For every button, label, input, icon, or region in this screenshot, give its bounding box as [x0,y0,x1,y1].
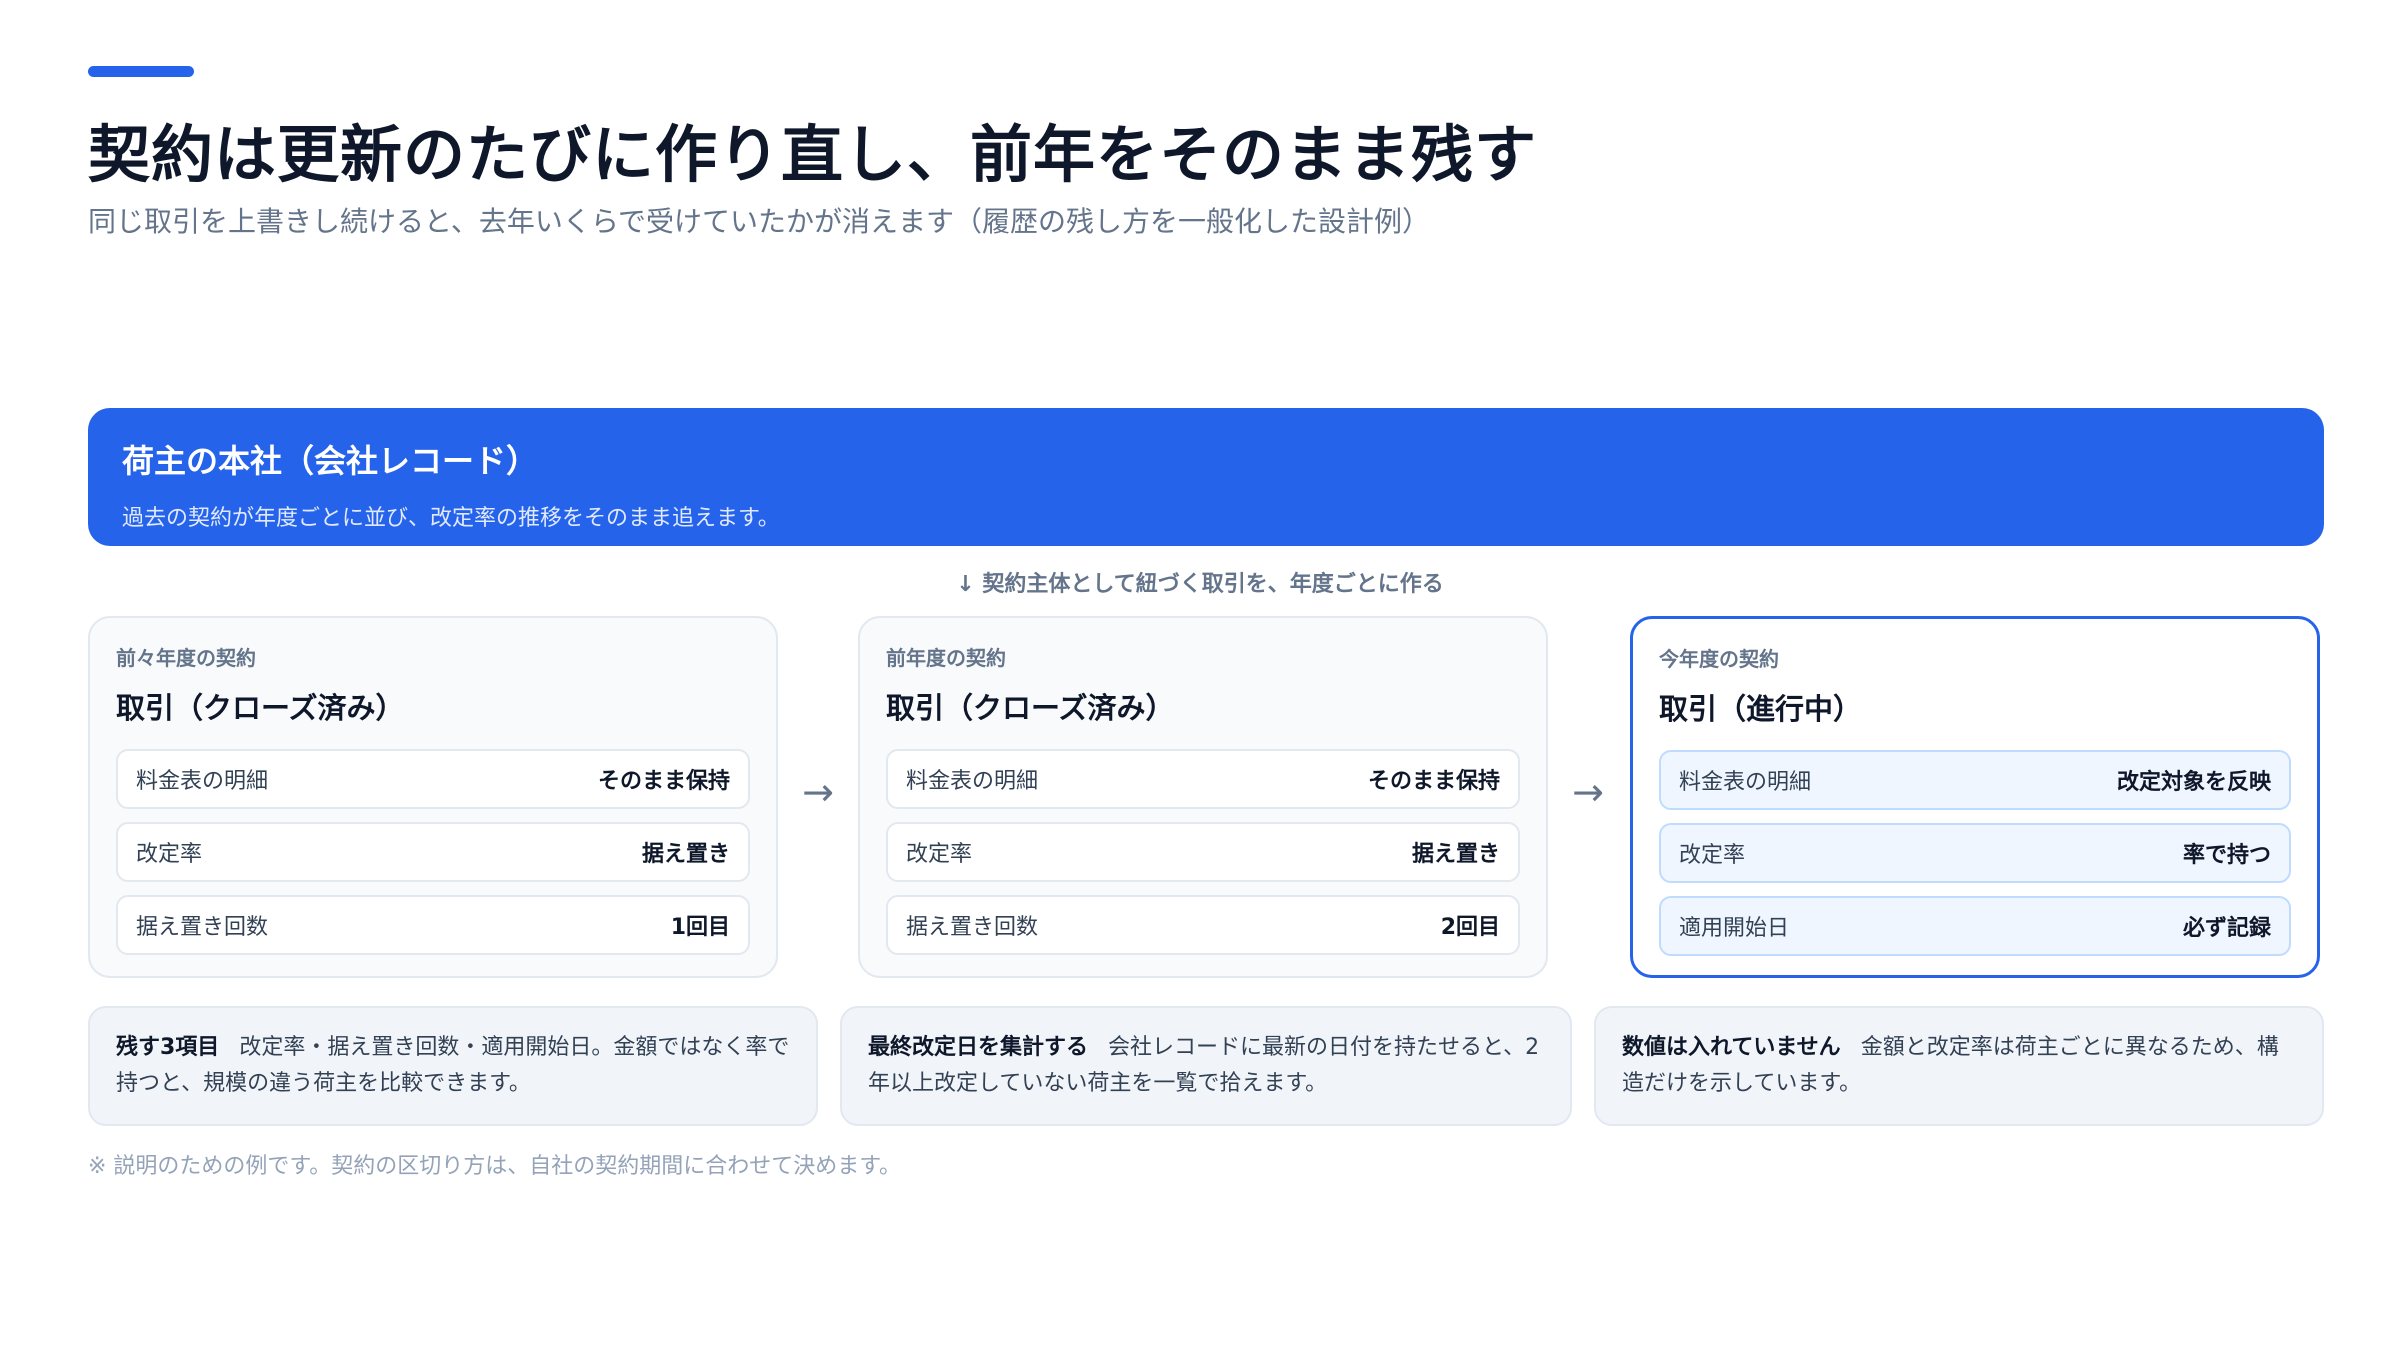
row-label: 改定率 [906,842,973,867]
company-record-banner: 荷主の本社（会社レコード） 過去の契約が年度ごとに並び、改定率の推移をそのまま追… [88,408,2324,546]
contract-card-label: 前々年度の契約 [116,646,256,670]
row-value: 必ず記録 [2182,916,2271,941]
page-title: 契約は更新のたびに作り直し、前年をそのまま残す [88,118,1538,191]
accent-line [88,66,194,77]
row-label: 据え置き回数 [906,915,1039,940]
contract-card-label: 前年度の契約 [886,646,1006,670]
contract-row: 据え置き回数 1回目 [116,895,750,955]
row-value: 率で持つ [2182,843,2271,868]
row-value: 据え置き [1411,842,1500,867]
contract-card-two-years-ago: 前々年度の契約 取引（クローズ済み） 料金表の明細 そのまま保持 改定率 据え置… [88,616,778,978]
flow-note: ↓ 契約主体として紐づく取引を、年度ごとに作る [956,572,1444,597]
contract-row: 料金表の明細 そのまま保持 [886,749,1520,809]
contract-row: 料金表の明細 改定対象を反映 [1659,750,2291,810]
row-value: 改定対象を反映 [2116,770,2271,795]
row-value: 1回目 [670,915,730,940]
note-card-keep-items: 残す3項目 改定率・据え置き回数・適用開始日。金額ではなく率で持つと、規模の違う荷… [88,1006,818,1126]
contract-row: 据え置き回数 2回目 [886,895,1520,955]
page-subtitle: 同じ取引を上書きし続けると、去年いくらで受けていたかが消えます（履歴の残し方を一… [88,205,1431,238]
note-heading: 数値は入れていません [1622,1035,1841,1060]
contract-row: 改定率 据え置き [886,822,1520,882]
footnote: ※ 説明のための例です。契約の区切り方は、自社の契約期間に合わせて決めます。 [88,1154,902,1179]
contract-card-title: 取引（進行中） [1659,692,1863,726]
row-label: 据え置き回数 [136,915,269,940]
flow-arrow-icon: → [802,770,834,814]
contract-row: 改定率 据え置き [116,822,750,882]
row-label: 料金表の明細 [1679,770,1812,795]
note-card-last-revision: 最終改定日を集計する 会社レコードに最新の日付を持たせると、2年以上改定していない… [840,1006,1572,1126]
row-value: 据え置き [641,842,730,867]
note-heading: 残す3項目 [116,1035,220,1060]
row-value: そのまま保持 [597,769,730,794]
row-label: 料金表の明細 [136,769,269,794]
contract-row: 改定率 率で持つ [1659,823,2291,883]
contract-card-title: 取引（クローズ済み） [886,691,1175,725]
note-card-no-values: 数値は入れていません 金額と改定率は荷主ごとに異なるため、構造だけを示しています。 [1594,1006,2324,1126]
contract-card-this-year: 今年度の契約 取引（進行中） 料金表の明細 改定対象を反映 改定率 率で持つ 適… [1630,616,2320,978]
row-value: 2回目 [1440,915,1500,940]
company-record-description: 過去の契約が年度ごとに並び、改定率の推移をそのまま追えます。 [122,506,780,531]
row-label: 料金表の明細 [906,769,1039,794]
note-heading: 最終改定日を集計する [868,1035,1089,1060]
row-value: そのまま保持 [1367,769,1500,794]
flow-arrow-icon: → [1572,770,1604,814]
contract-card-last-year: 前年度の契約 取引（クローズ済み） 料金表の明細 そのまま保持 改定率 据え置き… [858,616,1548,978]
company-record-title: 荷主の本社（会社レコード） [122,442,539,480]
row-label: 適用開始日 [1679,916,1790,941]
contract-card-label: 今年度の契約 [1659,647,1779,671]
contract-card-title: 取引（クローズ済み） [116,691,405,725]
contract-row: 料金表の明細 そのまま保持 [116,749,750,809]
row-label: 改定率 [136,842,203,867]
row-label: 改定率 [1679,843,1746,868]
contract-row: 適用開始日 必ず記録 [1659,896,2291,956]
